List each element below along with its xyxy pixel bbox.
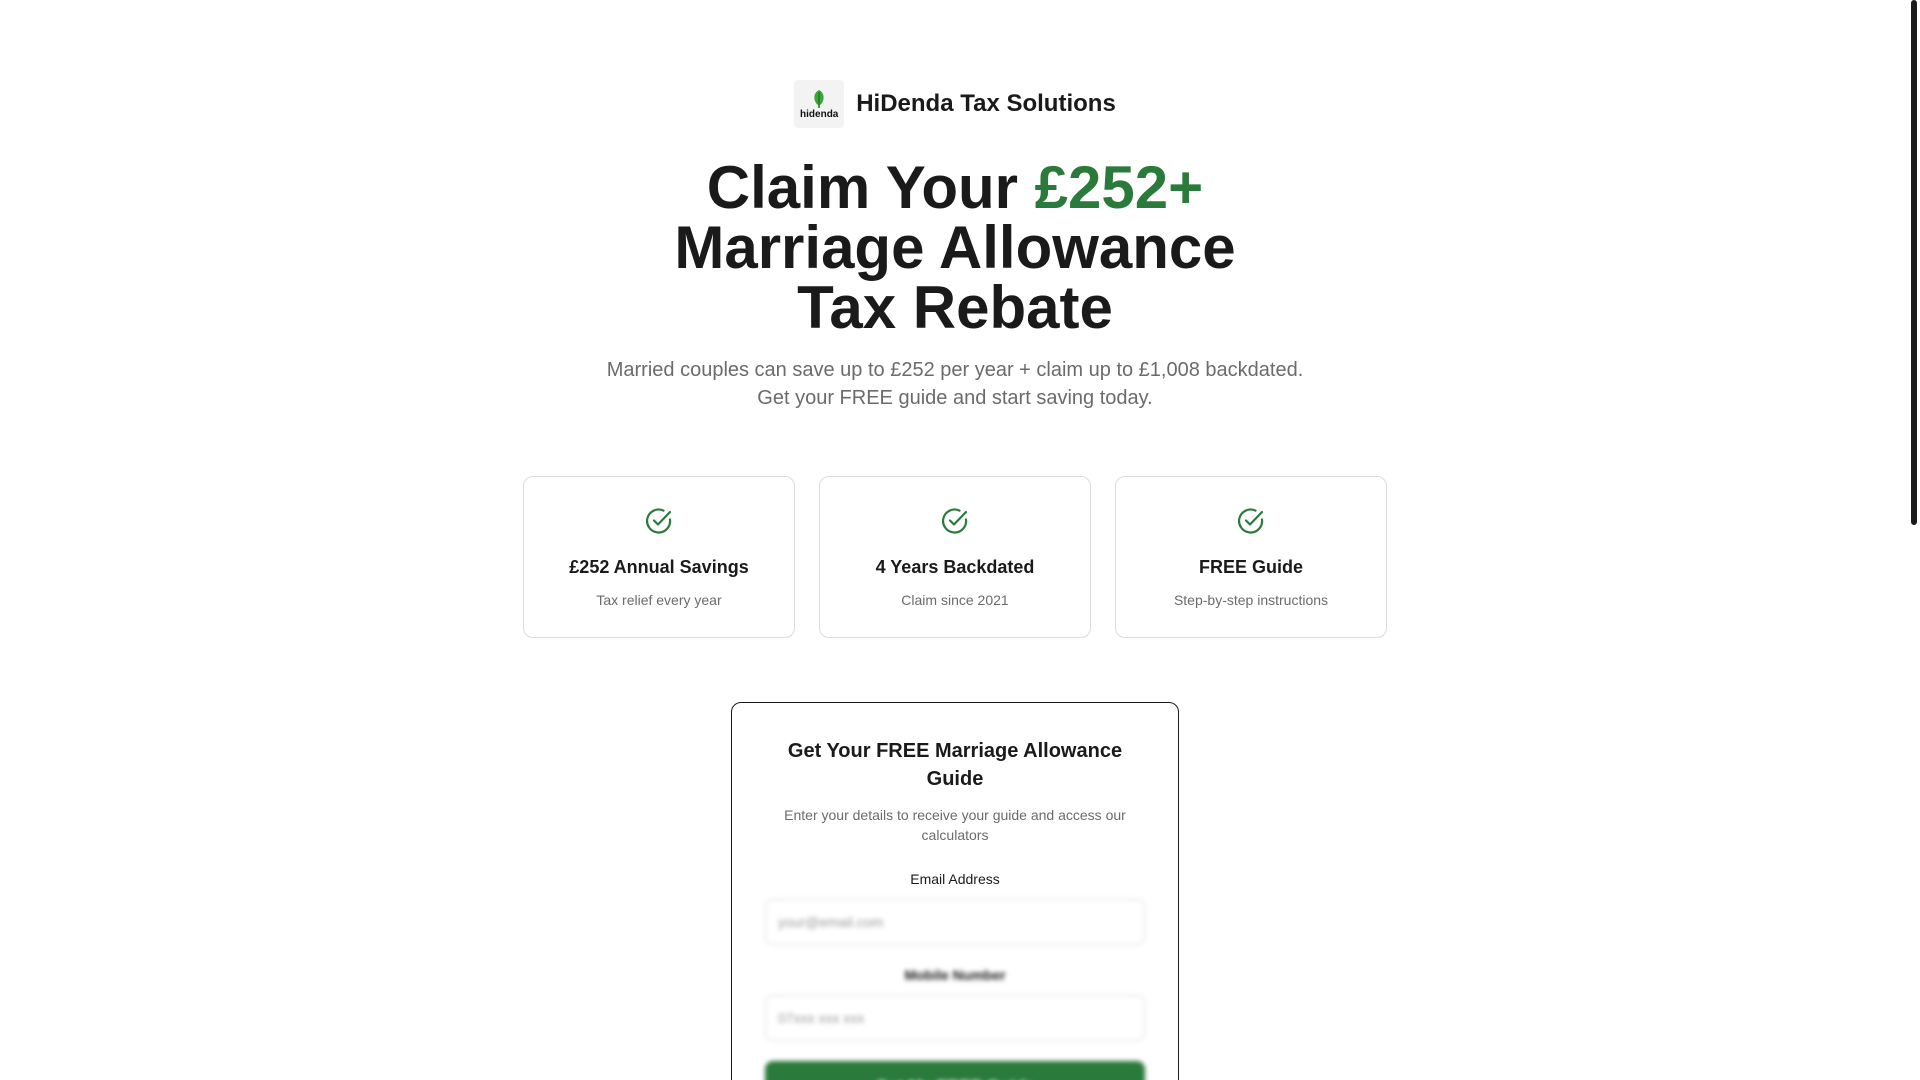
subtitle-line-2: Get your FREE guide and start saving tod…: [757, 387, 1153, 409]
brand-header: hidenda HiDenda Tax Solutions: [0, 80, 1910, 128]
check-circle-icon: [646, 508, 672, 534]
email-label: Email Address: [910, 871, 1000, 887]
feature-cards: £252 Annual Savings Tax relief every yea…: [523, 476, 1387, 638]
feature-card-backdated: 4 Years Backdated Claim since 2021: [819, 476, 1091, 638]
logo-wordmark: hidenda: [800, 108, 839, 120]
hero-subtitle: Married couples can save up to £252 per …: [0, 356, 1910, 412]
get-guide-button[interactable]: Get My FREE Guide: [765, 1061, 1145, 1080]
brand-name: HiDenda Tax Solutions: [856, 90, 1116, 117]
feature-desc: Tax relief every year: [596, 592, 722, 608]
hero-heading: Claim Your £252+ Marriage Allowance Tax …: [0, 158, 1910, 338]
hero-line-3: Tax Rebate: [797, 274, 1113, 341]
hero-amount: £252+: [1034, 154, 1204, 221]
feature-card-guide: FREE Guide Step-by-step instructions: [1115, 476, 1387, 638]
check-circle-icon: [1238, 508, 1264, 534]
mobile-label: Mobile Number: [904, 967, 1006, 983]
leaf-icon: [814, 89, 824, 108]
subtitle-line-1: Married couples can save up to £252 per …: [606, 359, 1304, 381]
feature-desc: Step-by-step instructions: [1173, 592, 1329, 608]
feature-title: 4 Years Backdated: [875, 557, 1035, 577]
page: hidenda HiDenda Tax Solutions Claim Your…: [0, 0, 1920, 1080]
check-circle-icon: [942, 508, 968, 534]
feature-title: £252 Annual Savings: [569, 557, 749, 577]
feature-desc: Claim since 2021: [901, 592, 1009, 608]
scrollbar-thumb[interactable]: [1911, 0, 1917, 525]
feature-card-savings: £252 Annual Savings Tax relief every yea…: [523, 476, 795, 638]
form-description: Enter your details to receive your guide…: [784, 807, 1126, 843]
form-title: Get Your FREE Marriage Allowance Guide: [787, 740, 1123, 790]
hero-line-1-prefix: Claim Your: [706, 154, 1035, 221]
feature-title: FREE Guide: [1198, 557, 1303, 577]
hero-line-2: Marriage Allowance: [674, 214, 1236, 281]
email-field[interactable]: [765, 899, 1145, 945]
guide-signup-form: Get Your FREE Marriage Allowance Guide E…: [731, 702, 1179, 1080]
hidenda-logo: hidenda: [794, 80, 845, 128]
mobile-field[interactable]: [765, 995, 1145, 1041]
hero-line-1: Claim Your £252+: [0, 158, 1910, 218]
